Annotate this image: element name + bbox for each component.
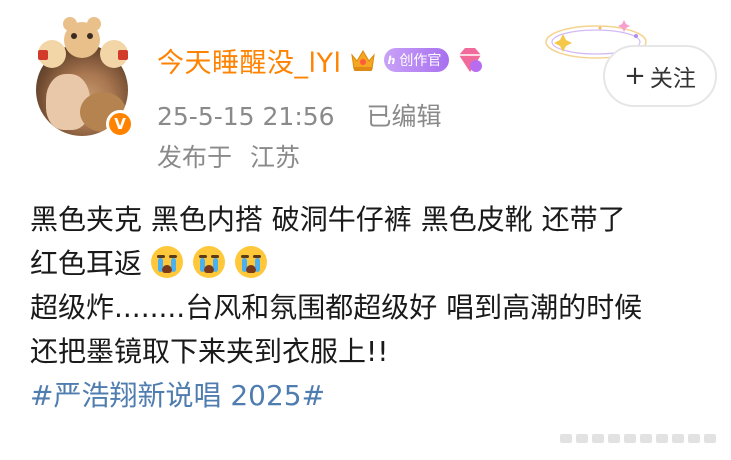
avatar-frame-decoration xyxy=(38,17,128,68)
crying-face-icon xyxy=(150,246,183,278)
avatar[interactable]: V xyxy=(36,17,134,138)
crying-face-icon xyxy=(192,246,225,278)
content-line: 黑色夹克 黑色内搭 破洞牛仔裤 黑色皮靴 还带了 xyxy=(30,203,626,236)
level-badge-icon[interactable] xyxy=(455,45,485,75)
post-content: 黑色夹克 黑色内搭 破洞牛仔裤 黑色皮靴 还带了 红色耳返 超级炸.......… xyxy=(30,198,720,418)
content-line: 还把墨镜取下来夹到衣服上!! xyxy=(30,335,389,368)
username[interactable]: 今天睡醒没_lYl xyxy=(157,41,342,80)
post-location: 发布于 江苏 xyxy=(157,138,300,174)
creator-badge[interactable]: ℎ 创作官 xyxy=(383,48,450,72)
content-line: 超级炸........台风和氛围都超级好 唱到高潮的时候 xyxy=(30,291,643,324)
post-meta: 25-5-15 21:56 已编辑 xyxy=(157,97,442,133)
content-text: 红色耳返 xyxy=(30,247,143,280)
follow-button[interactable]: + 关注 xyxy=(603,45,717,107)
content-line: 红色耳返 xyxy=(30,242,720,286)
edited-label[interactable]: 已编辑 xyxy=(367,102,442,131)
creator-badge-icon: ℎ xyxy=(387,53,396,67)
location-prefix: 发布于 xyxy=(157,143,233,172)
vip-crown-icon[interactable] xyxy=(348,46,378,74)
follow-label: 关注 xyxy=(649,66,696,92)
watermark-signature xyxy=(560,434,716,443)
post-timestamp[interactable]: 25-5-15 21:56 xyxy=(157,102,335,131)
crying-face-icon xyxy=(234,246,267,278)
verified-icon: V xyxy=(106,110,134,138)
plus-icon: + xyxy=(624,61,646,91)
location-name: 江苏 xyxy=(249,143,300,172)
hashtag-link[interactable]: #严浩翔新说唱 2025# xyxy=(30,374,720,418)
author-row: 今天睡醒没_lYl ℎ 创作官 xyxy=(157,40,485,80)
creator-badge-label: 创作官 xyxy=(399,53,442,69)
